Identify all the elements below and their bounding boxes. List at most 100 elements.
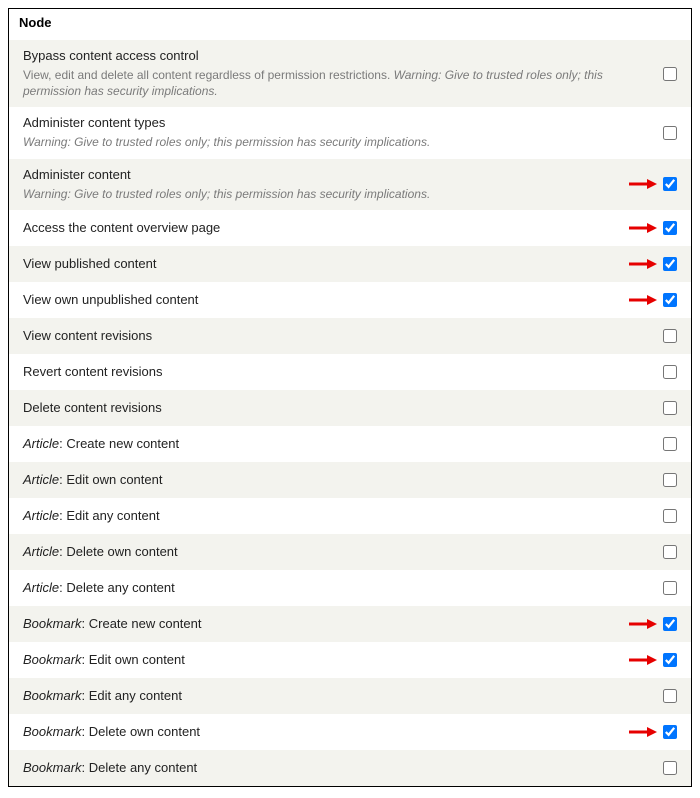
checkbox-column xyxy=(615,473,677,487)
permission-title-rest: : Delete own content xyxy=(59,544,178,559)
permission-checkbox[interactable] xyxy=(663,67,677,81)
permission-title: Access the content overview page xyxy=(23,220,615,235)
permission-label-block: Administer content typesWarning: Give to… xyxy=(23,115,615,150)
permission-label-block: Access the content overview page xyxy=(23,220,615,235)
permission-title-rest: : Edit own content xyxy=(59,472,162,487)
content-type-prefix: Article xyxy=(23,472,59,487)
permission-label-block: Administer content Warning: Give to trust… xyxy=(23,167,615,202)
permission-title: Article: Delete any content xyxy=(23,580,615,595)
permission-label-block: Article: Edit any content xyxy=(23,508,615,523)
content-type-prefix: Article xyxy=(23,580,59,595)
callout-arrow-icon xyxy=(629,222,657,234)
permission-title: Bookmark: Edit any content xyxy=(23,688,615,703)
permission-checkbox[interactable] xyxy=(663,689,677,703)
permission-title-rest: : Create new content xyxy=(82,616,202,631)
callout-arrow-icon xyxy=(629,258,657,270)
checkbox-column xyxy=(615,329,677,343)
permission-checkbox[interactable] xyxy=(663,437,677,451)
permission-title-rest: : Edit own content xyxy=(82,652,185,667)
checkbox-column xyxy=(615,67,677,81)
permission-label-block: Article: Edit own content xyxy=(23,472,615,487)
permission-label-block: View published content xyxy=(23,256,615,271)
permission-checkbox[interactable] xyxy=(663,126,677,140)
permission-title: Article: Edit any content xyxy=(23,508,615,523)
permission-row: Article: Delete own content xyxy=(9,534,691,570)
permission-checkbox[interactable] xyxy=(663,293,677,307)
checkbox-column xyxy=(615,221,677,235)
permission-checkbox[interactable] xyxy=(663,365,677,379)
permission-checkbox[interactable] xyxy=(663,617,677,631)
checkbox-column xyxy=(615,545,677,559)
permission-title-rest: : Delete own content xyxy=(82,724,201,739)
permission-row: Bookmark: Edit any content xyxy=(9,678,691,714)
permission-checkbox[interactable] xyxy=(663,653,677,667)
permission-label-block: Article: Create new content xyxy=(23,436,615,451)
permission-checkbox[interactable] xyxy=(663,725,677,739)
checkbox-column xyxy=(615,177,677,191)
permission-title: Bookmark: Edit own content xyxy=(23,652,615,667)
permission-checkbox[interactable] xyxy=(663,401,677,415)
permission-warning: Warning: Give to trusted roles only; thi… xyxy=(23,135,430,149)
permission-label-block: Article: Delete any content xyxy=(23,580,615,595)
permission-row: Article: Edit any content xyxy=(9,498,691,534)
permission-title-rest: : Edit any content xyxy=(82,688,182,703)
permission-title-rest: : Delete any content xyxy=(82,760,198,775)
permission-title: Bookmark: Create new content xyxy=(23,616,615,631)
permission-row: Delete content revisions xyxy=(9,390,691,426)
checkbox-column xyxy=(615,126,677,140)
section-header: Node xyxy=(9,9,691,40)
permission-row: View published content xyxy=(9,246,691,282)
permission-checkbox[interactable] xyxy=(663,545,677,559)
checkbox-column xyxy=(615,437,677,451)
permission-row: Bookmark: Edit own content xyxy=(9,642,691,678)
permission-row: Administer content Warning: Give to trust… xyxy=(9,159,691,210)
permission-label-block: View own unpublished content xyxy=(23,292,615,307)
permission-checkbox[interactable] xyxy=(663,581,677,595)
permission-label-block: Bookmark: Create new content xyxy=(23,616,615,631)
content-type-prefix: Bookmark xyxy=(23,652,82,667)
callout-arrow-icon xyxy=(629,726,657,738)
checkbox-column xyxy=(615,401,677,415)
content-type-prefix: Bookmark xyxy=(23,688,82,703)
permission-title: Administer content xyxy=(23,167,615,182)
permissions-list: Bypass content access controlView, edit … xyxy=(9,40,691,786)
permission-label-block: Bookmark: Edit any content xyxy=(23,688,615,703)
permission-row: Article: Create new content xyxy=(9,426,691,462)
content-type-prefix: Bookmark xyxy=(23,760,82,775)
permission-description: Warning: Give to trusted roles only; thi… xyxy=(23,186,615,202)
permission-row: View content revisions xyxy=(9,318,691,354)
permission-title: View published content xyxy=(23,256,615,271)
content-type-prefix: Article xyxy=(23,544,59,559)
permission-row: Access the content overview page xyxy=(9,210,691,246)
permissions-panel: Node Bypass content access controlView, … xyxy=(8,8,692,787)
permission-checkbox[interactable] xyxy=(663,509,677,523)
callout-arrow-icon xyxy=(629,178,657,190)
permission-warning: Warning: Give to trusted roles only; thi… xyxy=(23,187,430,201)
permission-title-rest: : Create new content xyxy=(59,436,179,451)
permission-checkbox[interactable] xyxy=(663,761,677,775)
permission-label-block: Article: Delete own content xyxy=(23,544,615,559)
permission-checkbox[interactable] xyxy=(663,473,677,487)
permission-title: View own unpublished content xyxy=(23,292,615,307)
permission-title-rest: : Delete any content xyxy=(59,580,175,595)
permission-row: View own unpublished content xyxy=(9,282,691,318)
permission-label-block: Delete content revisions xyxy=(23,400,615,415)
permission-checkbox[interactable] xyxy=(663,257,677,271)
checkbox-column xyxy=(615,365,677,379)
permission-row: Article: Delete any content xyxy=(9,570,691,606)
permission-row: Administer content typesWarning: Give to… xyxy=(9,107,691,158)
content-type-prefix: Bookmark xyxy=(23,724,82,739)
checkbox-column xyxy=(615,761,677,775)
permission-title-rest: : Edit any content xyxy=(59,508,159,523)
permission-label-block: View content revisions xyxy=(23,328,615,343)
checkbox-column xyxy=(615,653,677,667)
callout-arrow-icon xyxy=(629,618,657,630)
checkbox-column xyxy=(615,689,677,703)
permission-checkbox[interactable] xyxy=(663,177,677,191)
permission-label-block: Bookmark: Delete any content xyxy=(23,760,615,775)
permission-title: View content revisions xyxy=(23,328,615,343)
permission-checkbox[interactable] xyxy=(663,221,677,235)
permission-title: Bookmark: Delete any content xyxy=(23,760,615,775)
permission-checkbox[interactable] xyxy=(663,329,677,343)
permission-title: Article: Delete own content xyxy=(23,544,615,559)
